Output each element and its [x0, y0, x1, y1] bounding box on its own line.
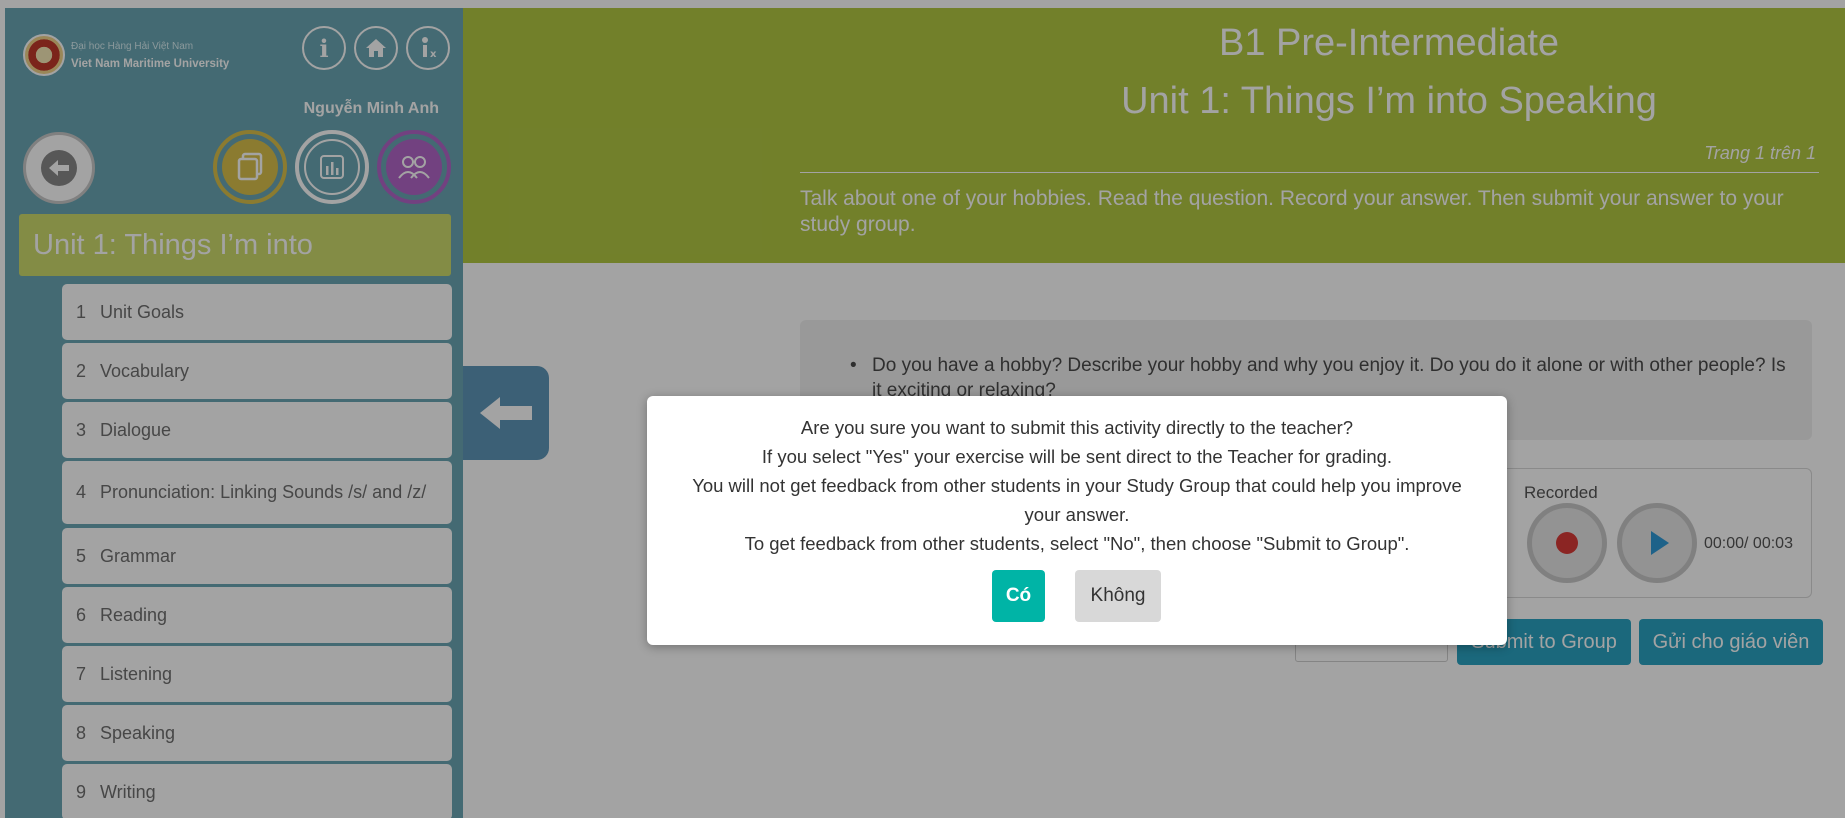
confirm-dialog: Are you sure you want to submit this act…	[647, 396, 1507, 645]
yes-button[interactable]: Có	[992, 570, 1045, 622]
no-button[interactable]: Không	[1075, 570, 1161, 622]
dialog-line: If you select "Yes" your exercise will b…	[761, 446, 1393, 467]
dialog-line: To get feedback from other students, sel…	[744, 533, 1410, 554]
dialog-message: Are you sure you want to submit this act…	[687, 413, 1467, 558]
app-root: Đại học Hàng Hải Việt Nam Viet Nam Marit…	[0, 0, 1845, 818]
dialog-line: You will not get feedback from other stu…	[692, 475, 1462, 525]
dialog-line: Are you sure you want to submit this act…	[800, 417, 1354, 438]
